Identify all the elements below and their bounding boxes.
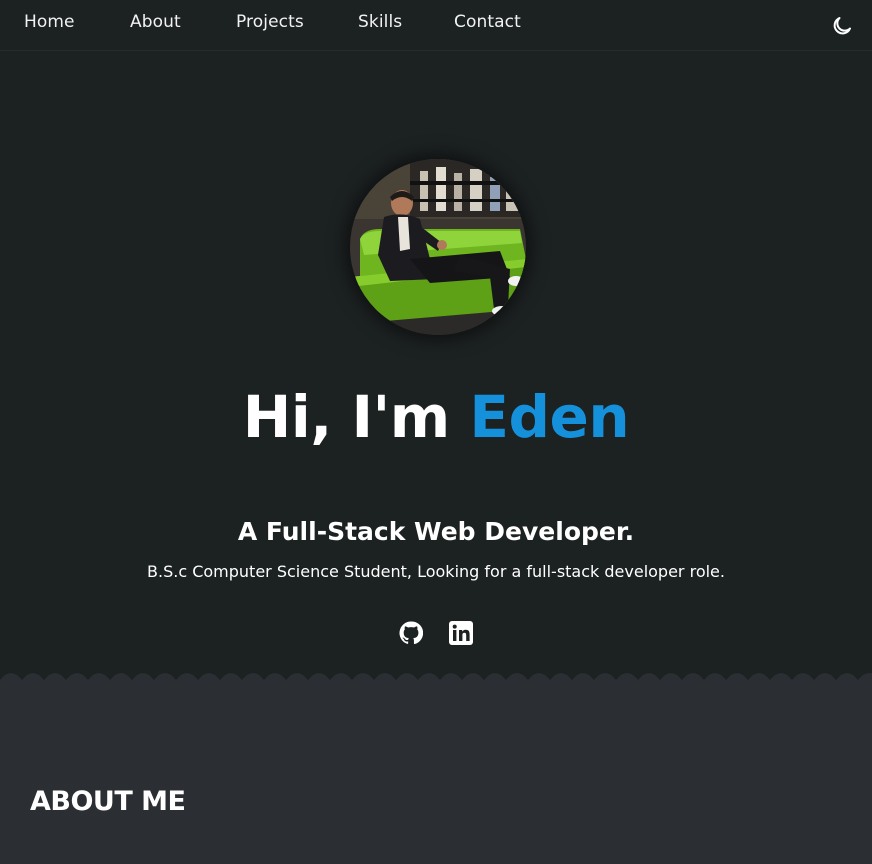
- hero-subtitle: A Full-Stack Web Developer.: [237, 517, 635, 546]
- nav-link-projects[interactable]: Projects: [236, 12, 304, 32]
- about-title: ABOUT ME: [30, 786, 186, 817]
- about-section: ABOUT ME: [0, 680, 872, 864]
- hero-section: Hi, I'm Eden A Full-Stack Web Developer.…: [0, 51, 872, 671]
- greeting-text: Hi, I'm: [242, 383, 470, 451]
- nav-link-skills[interactable]: Skills: [358, 12, 402, 32]
- nav-link-contact[interactable]: Contact: [454, 12, 521, 32]
- nav-link-home[interactable]: Home: [24, 12, 75, 32]
- hero-name: Eden: [469, 383, 630, 451]
- github-icon[interactable]: [399, 621, 424, 645]
- social-links: [0, 621, 872, 647]
- nav-link-about[interactable]: About: [130, 12, 181, 32]
- hero-greeting: Hi, I'm Eden: [0, 383, 872, 451]
- top-navigation: Home About Projects Skills Contact: [0, 0, 872, 51]
- linkedin-icon[interactable]: [449, 621, 473, 645]
- hero-description: B.S.c Computer Science Student, Looking …: [147, 562, 725, 581]
- moon-icon[interactable]: [830, 14, 854, 38]
- profile-photo: [350, 159, 526, 335]
